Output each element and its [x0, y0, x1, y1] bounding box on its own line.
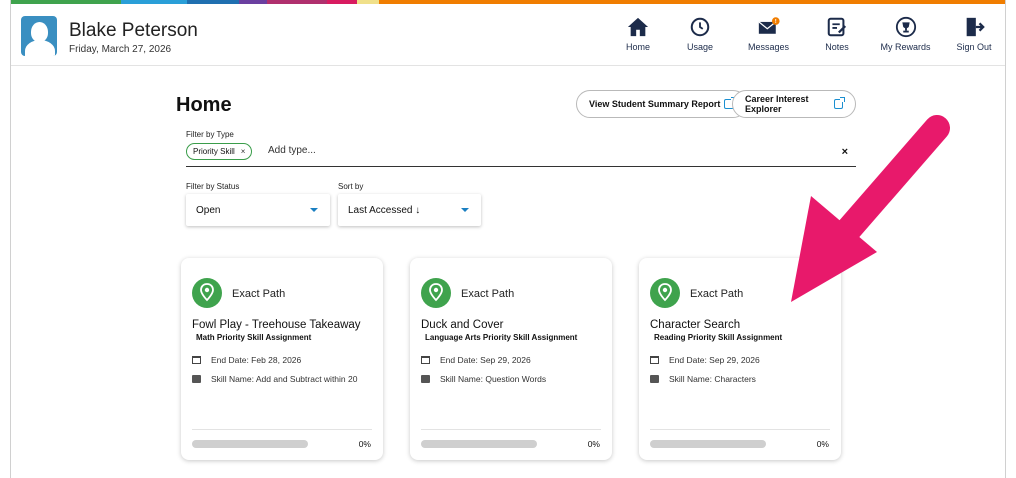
progress-percent: 0%: [816, 439, 829, 449]
card-brand: Exact Path: [461, 288, 515, 300]
calendar-icon: [650, 356, 659, 364]
remove-chip-icon[interactable]: ×: [241, 147, 246, 156]
trophy-icon: [895, 16, 916, 38]
chevron-down-icon: [461, 208, 469, 212]
view-summary-report-label: View Student Summary Report: [589, 99, 721, 109]
page-title: Home: [176, 94, 232, 116]
assignment-card[interactable]: Exact Path Duck and Cover Language Arts …: [410, 258, 612, 460]
nav-sign-out[interactable]: Sign Out: [943, 4, 1005, 66]
nav-home[interactable]: Home: [607, 4, 669, 66]
card-skill-name: Skill Name: Question Words: [421, 374, 546, 384]
avatar[interactable]: [21, 16, 57, 56]
notes-icon: [827, 17, 847, 37]
book-icon: [650, 375, 659, 383]
nav-notes[interactable]: Notes: [806, 4, 868, 66]
card-divider: [421, 429, 601, 430]
sort-select[interactable]: Last Accessed ↓: [338, 194, 481, 226]
current-date: Friday, March 27, 2026: [69, 44, 172, 55]
card-subtitle: Reading Priority Skill Assignment: [654, 333, 783, 342]
sort-select-value: Last Accessed ↓: [348, 204, 421, 216]
app-frame: Blake Peterson Friday, March 27, 2026 Ho…: [10, 0, 1006, 478]
card-subtitle: Language Arts Priority Skill Assignment: [425, 333, 578, 342]
nav-messages-label: Messages: [747, 42, 790, 52]
card-brand: Exact Path: [690, 288, 744, 300]
card-title[interactable]: Fowl Play - Treehouse Takeaway: [192, 319, 361, 331]
add-type-input[interactable]: Add type...: [268, 145, 316, 156]
chevron-down-icon: [310, 208, 318, 212]
status-select-value: Open: [196, 204, 221, 216]
nav-home-label: Home: [625, 42, 650, 52]
card-title[interactable]: Character Search: [650, 319, 740, 331]
sign-out-icon: [966, 17, 985, 37]
card-subtitle: Math Priority Skill Assignment: [196, 333, 312, 342]
card-skill-name-text: Skill Name: Characters: [669, 374, 756, 384]
view-summary-report-button[interactable]: View Student Summary Report: [576, 90, 748, 118]
nav-my-rewards-label: My Rewards: [880, 42, 931, 52]
exact-path-logo-icon: [421, 278, 451, 308]
book-icon: [192, 375, 201, 383]
progress-bar: [192, 440, 308, 448]
filter-type-label: Filter by Type: [186, 130, 234, 139]
nav-messages[interactable]: ! Messages: [731, 4, 806, 66]
clock-icon: [690, 17, 710, 37]
calendar-icon: [192, 356, 201, 364]
nav-my-rewards[interactable]: My Rewards: [868, 4, 943, 66]
assignment-card[interactable]: Exact Path Fowl Play - Treehouse Takeawa…: [181, 258, 383, 460]
card-brand: Exact Path: [232, 288, 286, 300]
card-title[interactable]: Duck and Cover: [421, 319, 503, 331]
progress-bar: [650, 440, 766, 448]
top-bar: Blake Peterson Friday, March 27, 2026 Ho…: [11, 4, 1005, 66]
assignment-card[interactable]: Exact Path Character Search Reading Prio…: [639, 258, 841, 460]
card-divider: [650, 429, 830, 430]
card-divider: [192, 429, 372, 430]
exact-path-logo-icon: [650, 278, 680, 308]
home-icon: [627, 17, 649, 37]
card-skill-name: Skill Name: Characters: [650, 374, 756, 384]
envelope-icon: !: [757, 17, 780, 34]
card-end-date: End Date: Sep 29, 2026: [421, 355, 531, 365]
filter-chip-label: Priority Skill: [193, 147, 235, 156]
career-interest-explorer-label: Career Interest Explorer: [745, 94, 809, 114]
card-end-date-text: End Date: Feb 28, 2026: [211, 355, 302, 365]
filter-chip-priority-skill[interactable]: Priority Skill ×: [186, 143, 253, 160]
card-skill-name: Skill Name: Add and Subtract within 20: [192, 374, 357, 384]
progress-percent: 0%: [358, 439, 371, 449]
nav-usage-label: Usage: [686, 42, 713, 52]
external-link-icon: [834, 97, 845, 109]
calendar-icon: [421, 356, 430, 364]
card-end-date: End Date: Feb 28, 2026: [192, 355, 301, 365]
card-end-date-text: End Date: Sep 29, 2026: [669, 355, 760, 365]
card-end-date: End Date: Sep 29, 2026: [650, 355, 760, 365]
messages-badge: !: [774, 19, 776, 25]
book-icon: [421, 375, 430, 383]
filter-type-field[interactable]: Priority Skill × Add type... ×: [186, 141, 856, 167]
progress-percent: 0%: [587, 439, 600, 449]
filter-status-label: Filter by Status: [186, 182, 240, 191]
clear-filter-icon[interactable]: ×: [842, 146, 848, 158]
nav-sign-out-label: Sign Out: [956, 42, 992, 52]
user-name: Blake Peterson: [69, 20, 198, 41]
progress-bar: [421, 440, 537, 448]
career-interest-explorer-button[interactable]: Career Interest Explorer: [732, 90, 856, 118]
main-nav: Home Usage ! Messages Notes My Rewards S…: [607, 4, 1005, 66]
card-skill-name-text: Skill Name: Add and Subtract within 20: [211, 374, 358, 384]
nav-notes-label: Notes: [825, 42, 849, 52]
card-skill-name-text: Skill Name: Question Words: [440, 374, 547, 384]
sort-by-label: Sort by: [338, 182, 364, 191]
card-end-date-text: End Date: Sep 29, 2026: [440, 355, 531, 365]
status-select[interactable]: Open: [186, 194, 330, 226]
nav-usage[interactable]: Usage: [669, 4, 731, 66]
exact-path-logo-icon: [192, 278, 222, 308]
